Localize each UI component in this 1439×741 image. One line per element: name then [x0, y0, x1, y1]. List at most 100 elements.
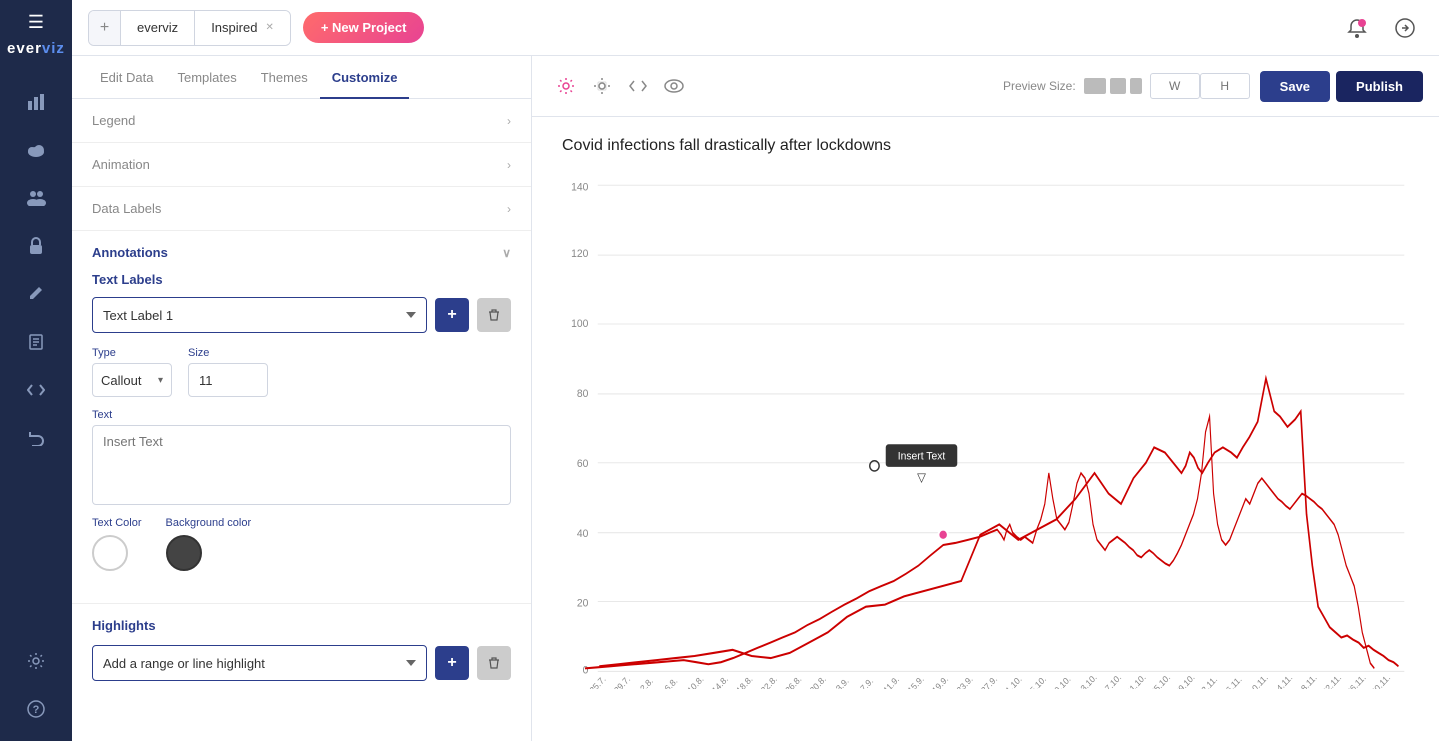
text-color-swatch[interactable] [92, 535, 128, 571]
svg-text:19.9.: 19.9. [930, 674, 950, 689]
text-label-dropdown-row: Text Label 1 + [92, 297, 511, 333]
sidebar-icon-people[interactable] [16, 178, 56, 218]
text-group: Text [92, 409, 511, 505]
type-select-container: Callout ▾ [92, 363, 172, 397]
add-highlight-button[interactable]: + [435, 646, 469, 680]
svg-text:6.8.: 6.8. [663, 675, 680, 688]
sidebar-icon-pen[interactable] [16, 274, 56, 314]
notification-icon[interactable] [1339, 10, 1375, 46]
tooltip-arrow: ▽ [917, 470, 927, 485]
text-label-select[interactable]: Text Label 1 [92, 297, 427, 333]
svg-text:25.10.: 25.10. [1149, 672, 1172, 689]
subnav-tab-customize[interactable]: Customize [320, 56, 410, 99]
svg-text:17.10.: 17.10. [1100, 672, 1123, 689]
delete-text-label-button[interactable] [477, 298, 511, 332]
toolbar-settings-icon[interactable] [548, 68, 584, 104]
animation-section[interactable]: Animation › [72, 143, 531, 187]
bg-color-swatch[interactable] [166, 535, 202, 571]
preview-mobile-btn[interactable] [1130, 78, 1142, 94]
preview-desktop-btn[interactable] [1084, 78, 1106, 94]
external-link-icon[interactable] [1387, 10, 1423, 46]
svg-text:14.8.: 14.8. [710, 674, 730, 689]
text-color-label: Text Color [92, 517, 142, 529]
svg-text:100: 100 [571, 318, 588, 331]
svg-text:18.8.: 18.8. [734, 674, 754, 689]
svg-text:29.10.: 29.10. [1173, 672, 1196, 689]
size-label: Size [188, 347, 268, 359]
hamburger-icon[interactable]: ☰ [28, 12, 44, 33]
sidebar-icon-undo[interactable] [16, 418, 56, 458]
preview-tablet-btn[interactable] [1110, 78, 1126, 94]
subnav: Edit Data Templates Themes Customize [72, 56, 531, 99]
data-labels-section[interactable]: Data Labels › [72, 187, 531, 231]
tab-close-icon[interactable]: ✕ [265, 22, 273, 33]
svg-text:7.9.: 7.9. [858, 675, 875, 688]
sidebar-icon-barchart[interactable] [16, 82, 56, 122]
svg-text:60: 60 [577, 458, 589, 471]
logo-area: ☰ everviz [7, 12, 65, 58]
subnav-tab-templates[interactable]: Templates [165, 56, 248, 99]
data-labels-chevron: › [507, 202, 511, 216]
size-group: Size [188, 347, 268, 397]
svg-text:27.9.: 27.9. [979, 674, 999, 689]
topbar: + everviz Inspired ✕ + New Project [72, 0, 1439, 56]
delete-highlight-button[interactable] [477, 646, 511, 680]
sidebar-icon-lock[interactable] [16, 226, 56, 266]
highlights-section: Highlights Add a range or line highlight… [72, 604, 531, 711]
annotations-header[interactable]: Annotations ∨ [92, 231, 511, 272]
chart-svg: 140 120 100 80 60 40 20 0 [562, 175, 1409, 689]
type-select[interactable]: Callout [93, 364, 150, 396]
size-input[interactable] [188, 363, 268, 397]
svg-text:10.8.: 10.8. [685, 674, 705, 689]
sidebar-icon-edit[interactable] [16, 322, 56, 362]
save-button[interactable]: Save [1260, 71, 1330, 102]
sidebar-icon-help[interactable]: ? [16, 689, 56, 729]
svg-text:26.11.: 26.11. [1345, 672, 1368, 689]
preview-width-input[interactable] [1150, 73, 1200, 99]
tab-inspired[interactable]: Inspired ✕ [195, 10, 290, 46]
svg-text:120: 120 [571, 248, 588, 261]
sidebar-icon-cloud[interactable] [16, 130, 56, 170]
text-field-label: Text [92, 409, 511, 421]
svg-text:40: 40 [577, 527, 589, 540]
chart-title: Covid infections fall drastically after … [562, 137, 1409, 155]
svg-text:25.7.: 25.7. [588, 674, 608, 689]
annotation-dot [938, 530, 947, 540]
svg-text:10.11.: 10.11. [1247, 672, 1270, 689]
sidebar-icon-settings[interactable] [16, 641, 56, 681]
subnav-tab-themes[interactable]: Themes [249, 56, 320, 99]
svg-text:9.10.: 9.10. [1052, 674, 1072, 689]
animation-chevron: › [507, 158, 511, 172]
tab-bar-area: + everviz Inspired ✕ [88, 10, 291, 46]
svg-text:30.11.: 30.11. [1369, 672, 1392, 689]
highlights-select[interactable]: Add a range or line highlight [92, 645, 427, 681]
preview-height-input[interactable] [1200, 73, 1250, 99]
left-panel: Edit Data Templates Themes Customize Leg… [72, 56, 532, 741]
publish-button[interactable]: Publish [1336, 71, 1423, 102]
svg-text:23.9.: 23.9. [955, 674, 975, 689]
svg-text:6.11.: 6.11. [1224, 674, 1244, 689]
bg-color-group: Background color [166, 517, 252, 571]
tab-add-button[interactable]: + [89, 10, 121, 46]
subnav-tab-editdata[interactable]: Edit Data [88, 56, 165, 99]
toolbar-code-icon[interactable] [620, 68, 656, 104]
legend-section[interactable]: Legend › [72, 99, 531, 143]
svg-text:22.8.: 22.8. [759, 674, 779, 689]
chart-area: Preview Size: Save Publish Covid infecti… [532, 56, 1439, 741]
tab-everviz[interactable]: everviz [121, 10, 195, 46]
svg-text:?: ? [33, 704, 40, 716]
svg-text:29.7.: 29.7. [612, 674, 632, 689]
preview-size-label: Preview Size: [1003, 79, 1076, 93]
svg-text:5.10.: 5.10. [1028, 674, 1048, 689]
add-text-label-button[interactable]: + [435, 298, 469, 332]
toolbar-eye-icon[interactable] [656, 68, 692, 104]
text-textarea[interactable] [92, 425, 511, 505]
svg-text:14.11.: 14.11. [1271, 672, 1294, 689]
new-project-button[interactable]: + New Project [303, 12, 425, 43]
svg-text:80: 80 [577, 388, 589, 401]
chart-canvas: Covid infections fall drastically after … [532, 117, 1439, 741]
sidebar-icon-code[interactable] [16, 370, 56, 410]
toolbar-gear-icon[interactable] [584, 68, 620, 104]
svg-text:21.10.: 21.10. [1124, 672, 1147, 689]
text-color-group: Text Color [92, 517, 142, 571]
